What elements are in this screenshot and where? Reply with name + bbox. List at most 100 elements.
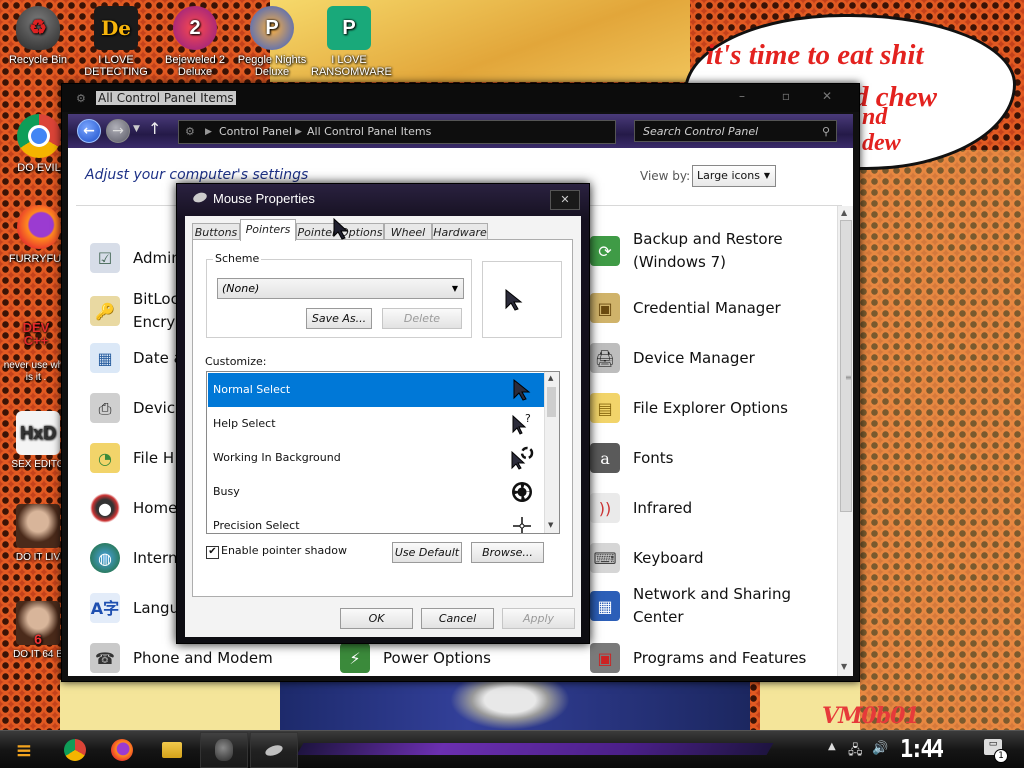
dev-cpp-icon: DEV C++ [22,320,50,348]
list-item[interactable]: Precision Select [208,509,544,533]
desktop-icon-i-love-detecting[interactable]: De I LOVE DETECTING [78,6,154,78]
cp-item-network-sharing[interactable]: ▦ Network and Sharing Center [590,583,791,629]
desktop-icon-bejeweled[interactable]: 2 Bejeweled 2 Deluxe [157,6,233,78]
breadcrumb-control-panel[interactable]: Control Panel [219,121,292,143]
list-item[interactable]: Busy [208,475,544,509]
cp-item-device-manager[interactable]: 🖨 Device Manager [590,338,755,378]
taskbar-control-panel[interactable] [200,732,248,768]
peggle-icon: P [250,6,294,50]
chevron-down-icon: ▼ [451,284,458,293]
cp-item-credential-manager[interactable]: ▣ Credential Manager [590,288,781,328]
dialog-body: Buttons Pointers Pointer Options Wheel H… [185,216,581,637]
apply-button[interactable]: Apply [502,608,575,629]
breadcrumb-all-items[interactable]: All Control Panel Items [307,121,431,143]
list-item[interactable]: Help Select ? [208,407,544,441]
ok-button[interactable]: OK [340,608,413,629]
portrait-icon [16,504,60,548]
save-as-button[interactable]: Save As... [306,308,372,329]
cp-item-date-time[interactable]: ▦ Date a [90,338,183,378]
tab-pointers[interactable]: Pointers [240,219,296,241]
scroll-down-icon[interactable]: ▼ [548,521,553,529]
desktop-icon-i-love-ransomware[interactable]: P I LOVE RANSOMWARE [311,6,392,78]
control-panel-title: All Control Panel Items [96,91,236,105]
address-bar: ← → ▼ ↑ ⚙ ▶ Control Panel ▶ All Control … [68,114,853,149]
infrared-icon: )) [590,493,620,523]
scroll-up-icon[interactable]: ▲ [548,374,553,382]
use-default-button[interactable]: Use Default [392,542,462,563]
tab-wheel[interactable]: Wheel [384,223,432,240]
tab-buttons[interactable]: Buttons [192,223,240,240]
taskbar-file-explorer[interactable] [152,732,192,768]
list-item[interactable]: Normal Select [208,373,544,407]
mouse-icon [191,190,209,205]
scheme-label: Scheme [213,252,262,265]
scroll-down-icon[interactable]: ▼ [841,662,847,671]
back-button[interactable]: ← [77,119,101,143]
up-arrow-icon[interactable]: ↑ [148,119,161,138]
customize-label: Customize: [205,355,267,368]
chevron-right-icon[interactable]: ▶ [295,121,302,143]
maximize-button[interactable]: ▫ [768,87,804,105]
wallpaper-art-bottom-left [60,680,280,730]
clock[interactable]: 1:44 AM [900,730,962,768]
tab-hardware[interactable]: Hardware [432,223,488,240]
mouse-properties-titlebar[interactable]: Mouse Properties ✕ [177,184,589,214]
delete-button[interactable]: Delete [382,308,462,329]
cp-item-keyboard[interactable]: ⌨ Keyboard [590,538,704,578]
minimize-button[interactable]: – [724,87,760,105]
dialog-close-button[interactable]: ✕ [550,190,580,210]
desktop-icon-peggle[interactable]: P Peggle Nights Deluxe [234,6,310,78]
cp-item-internet-options[interactable]: ◍ Intern [90,538,177,578]
volume-icon[interactable]: 🔊 [872,741,888,756]
cp-item-admin-tools[interactable]: ☑ Admin [90,238,181,278]
breadcrumb[interactable]: ⚙ ▶ Control Panel ▶ All Control Panel It… [178,120,715,144]
cp-item-bitlocker[interactable]: 🔑 BitLoc Encryp [90,288,185,334]
desktop-icon-recycle-bin[interactable]: ♻ Recycle Bin [0,6,76,66]
network-icon[interactable]: 🖧 [848,741,863,763]
pointer-list[interactable]: Normal Select Help Select ? Working In B… [206,371,560,534]
scrollbar[interactable]: ▲ ≡ ▼ [837,206,853,676]
scroll-up-icon[interactable]: ▲ [841,208,847,217]
recycle-bin-icon: ♻ [16,6,60,50]
grip-icon: ≡ [845,373,852,382]
taskbar-mouse-properties[interactable] [250,732,298,768]
taskbar-chrome[interactable] [55,732,95,768]
pointer-list-scrollbar[interactable]: ▲ ▼ [544,372,559,533]
cp-item-programs-features[interactable]: ▣ Programs and Features [590,638,806,676]
cp-item-file-history[interactable]: ◔ File H [90,438,174,478]
cp-item-backup-restore[interactable]: ⟳ Backup and Restore (Windows 7) [590,228,783,274]
forward-button[interactable]: → [106,119,130,143]
scrollbar-thumb[interactable] [547,387,556,417]
taskbar: ≡ ▲ 🖧 🔊 1:44 AM ▭ 1 [0,730,1024,768]
scrollbar-thumb[interactable]: ≡ [840,220,852,512]
close-button[interactable]: ✕ [809,87,845,105]
keyboard-icon: ⌨ [590,543,620,573]
hxd-icon: HxD [16,411,60,455]
device-manager-icon: 🖨 [590,343,620,373]
cancel-button[interactable]: Cancel [421,608,494,629]
cp-item-infrared[interactable]: )) Infrared [590,488,692,528]
internet-options-icon: ◍ [90,543,120,573]
show-hidden-icons-icon[interactable]: ▲ [828,741,836,752]
cp-item-homegroup[interactable]: ● HomeG [90,488,189,528]
list-item[interactable]: Working In Background [208,441,544,475]
start-icon[interactable]: ≡ [8,735,40,765]
cp-item-file-explorer-options[interactable]: ▤ File Explorer Options [590,388,788,428]
search-input[interactable]: Search Control Panel ⚲ [634,120,837,142]
file-explorer-icon [162,742,182,758]
control-panel-titlebar[interactable]: ⚙ All Control Panel Items – ▫ ✕ [62,84,859,112]
wallpaper-figure [450,680,570,730]
cp-item-devices-printers[interactable]: ⎙ Device [90,388,184,428]
arrow-cursor-icon [505,289,523,311]
browse-button[interactable]: Browse... [471,542,544,563]
scheme-dropdown[interactable]: (None) ▼ [217,278,464,299]
chevron-right-icon[interactable]: ▶ [205,121,212,143]
recent-locations-icon[interactable]: ▼ [133,124,140,134]
taskbar-firefox[interactable] [102,732,142,768]
cp-item-fonts[interactable]: a Fonts [590,438,673,478]
search-icon[interactable]: ⚲ [822,121,830,143]
pointer-shadow-checkbox[interactable]: ✔ [206,546,219,559]
view-by-dropdown[interactable]: Large icons ▼ [692,165,776,187]
control-panel-icon [215,739,233,761]
cp-item-language[interactable]: A字 Langu [90,588,179,628]
